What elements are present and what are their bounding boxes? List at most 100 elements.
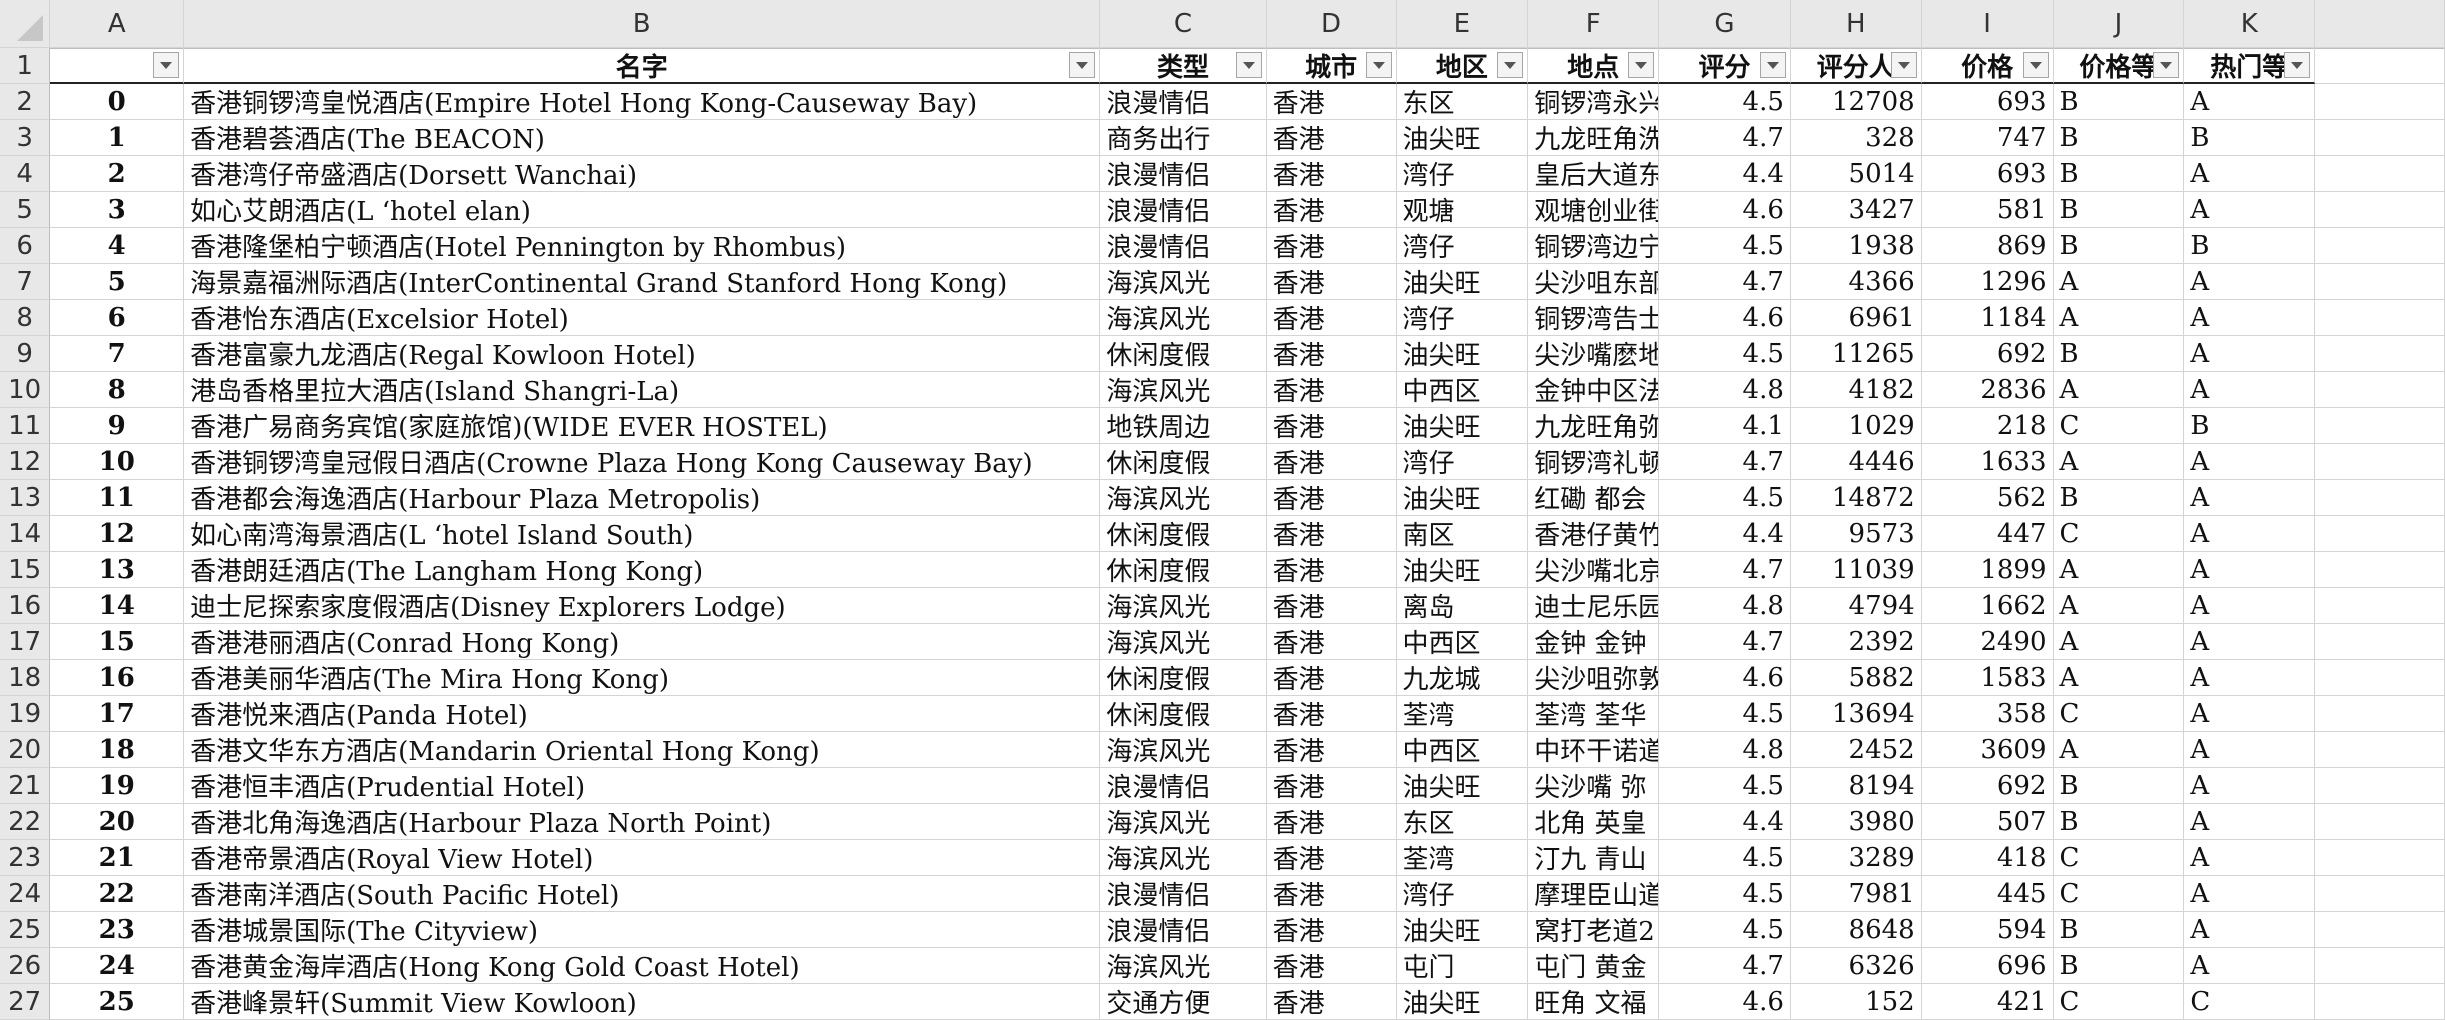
- cell-rating[interactable]: 4.5: [1659, 768, 1791, 804]
- cell-city[interactable]: 香港: [1266, 948, 1397, 984]
- column-header-empty[interactable]: [2315, 0, 2445, 48]
- cell-district[interactable]: 东区: [1396, 84, 1529, 120]
- cell-name[interactable]: 香港朗廷酒店(The Langham Hong Kong): [184, 552, 1101, 588]
- cell-name[interactable]: 如心南湾海景酒店(L ‘hotel Island South): [184, 516, 1101, 552]
- row-number[interactable]: 22: [0, 804, 51, 840]
- cell-price-level[interactable]: C: [2053, 696, 2185, 732]
- cell-index[interactable]: 11: [50, 480, 185, 516]
- empty-cell[interactable]: [2315, 768, 2445, 804]
- cell-price-level[interactable]: A: [2053, 372, 2185, 408]
- cell-type[interactable]: 浪漫情侣: [1100, 192, 1267, 228]
- cell-type[interactable]: 海滨风光: [1100, 948, 1267, 984]
- empty-cell[interactable]: [2315, 696, 2445, 732]
- cell-type[interactable]: 休闲度假: [1100, 516, 1267, 552]
- cell-popularity[interactable]: A: [2184, 84, 2316, 120]
- row-number[interactable]: 19: [0, 696, 51, 732]
- cell-popularity[interactable]: A: [2184, 264, 2316, 300]
- cell-price-level[interactable]: B: [2053, 480, 2185, 516]
- row-number[interactable]: 7: [0, 264, 51, 300]
- cell-location[interactable]: 尖沙嘴麽地: [1528, 336, 1660, 372]
- cell-price[interactable]: 218: [1921, 408, 2054, 444]
- cell-district[interactable]: 湾仔: [1396, 300, 1529, 336]
- cell-rating[interactable]: 4.4: [1659, 804, 1791, 840]
- filter-dropdown-icon[interactable]: [1759, 52, 1786, 78]
- cell-price-level[interactable]: B: [2053, 228, 2185, 264]
- cell-city[interactable]: 香港: [1266, 120, 1397, 156]
- cell-location[interactable]: 尖沙嘴 弥: [1528, 768, 1660, 804]
- row-number[interactable]: 20: [0, 732, 51, 768]
- row-number[interactable]: 5: [0, 192, 51, 228]
- cell-popularity[interactable]: A: [2184, 840, 2316, 876]
- empty-cell[interactable]: [2315, 948, 2445, 984]
- cell-city[interactable]: 香港: [1266, 552, 1397, 588]
- cell-price-level[interactable]: B: [2053, 768, 2185, 804]
- cell-popularity[interactable]: A: [2184, 768, 2316, 804]
- cell-reviewers[interactable]: 8648: [1790, 912, 1922, 948]
- cell-type[interactable]: 休闲度假: [1100, 552, 1267, 588]
- row-number[interactable]: 8: [0, 300, 51, 336]
- cell-district[interactable]: 屯门: [1396, 948, 1529, 984]
- cell-reviewers[interactable]: 6961: [1790, 300, 1922, 336]
- column-header-D[interactable]: D: [1266, 0, 1397, 48]
- cell-location[interactable]: 旺角 文福: [1528, 984, 1660, 1020]
- empty-cell[interactable]: [2315, 552, 2445, 588]
- cell-name[interactable]: 香港峰景轩(Summit View Kowloon): [184, 984, 1101, 1020]
- cell-price-level[interactable]: A: [2053, 444, 2185, 480]
- cell-district[interactable]: 离岛: [1396, 588, 1529, 624]
- row-number[interactable]: 21: [0, 768, 51, 804]
- cell-city[interactable]: 香港: [1266, 804, 1397, 840]
- cell-district[interactable]: 湾仔: [1396, 876, 1529, 912]
- cell-rating[interactable]: 4.5: [1659, 876, 1791, 912]
- empty-cell[interactable]: [2315, 84, 2445, 120]
- cell-price[interactable]: 447: [1921, 516, 2054, 552]
- cell-district[interactable]: 油尖旺: [1396, 480, 1529, 516]
- cell-reviewers[interactable]: 4366: [1790, 264, 1922, 300]
- row-number[interactable]: 2: [0, 84, 51, 120]
- cell-rating[interactable]: 4.1: [1659, 408, 1791, 444]
- cell-type[interactable]: 海滨风光: [1100, 264, 1267, 300]
- select-all-corner[interactable]: [0, 0, 51, 48]
- cell-rating[interactable]: 4.5: [1659, 480, 1791, 516]
- cell-district[interactable]: 湾仔: [1396, 444, 1529, 480]
- row-number[interactable]: 25: [0, 912, 51, 948]
- empty-cell[interactable]: [2315, 408, 2445, 444]
- cell-popularity[interactable]: A: [2184, 372, 2316, 408]
- cell-name[interactable]: 香港城景国际(The Cityview): [184, 912, 1101, 948]
- cell-reviewers[interactable]: 3427: [1790, 192, 1922, 228]
- cell-rating[interactable]: 4.8: [1659, 372, 1791, 408]
- cell-index[interactable]: 3: [50, 192, 185, 228]
- cell-type[interactable]: 海滨风光: [1100, 840, 1267, 876]
- cell-city[interactable]: 香港: [1266, 192, 1397, 228]
- cell-price[interactable]: 2490: [1921, 624, 2054, 660]
- cell-price[interactable]: 594: [1921, 912, 2054, 948]
- cell-popularity[interactable]: C: [2184, 984, 2316, 1020]
- cell-price-level[interactable]: C: [2053, 984, 2185, 1020]
- cell-type[interactable]: 商务出行: [1100, 120, 1267, 156]
- cell-name[interactable]: 香港铜锣湾皇冠假日酒店(Crowne Plaza Hong Kong Cause…: [184, 444, 1101, 480]
- cell-district[interactable]: 油尖旺: [1396, 120, 1529, 156]
- cell-name[interactable]: 香港恒丰酒店(Prudential Hotel): [184, 768, 1101, 804]
- cell-popularity[interactable]: A: [2184, 588, 2316, 624]
- cell-index[interactable]: 0: [50, 84, 185, 120]
- cell-name[interactable]: 香港港丽酒店(Conrad Hong Kong): [184, 624, 1101, 660]
- cell-location[interactable]: 摩理臣山道: [1528, 876, 1660, 912]
- cell-district[interactable]: 观塘: [1396, 192, 1529, 228]
- empty-cell[interactable]: [2315, 228, 2445, 264]
- cell-type[interactable]: 海滨风光: [1100, 804, 1267, 840]
- cell-index[interactable]: 22: [50, 876, 185, 912]
- cell-location[interactable]: 皇后大道东: [1528, 156, 1660, 192]
- row-number[interactable]: 24: [0, 876, 51, 912]
- cell-price-level[interactable]: B: [2053, 192, 2185, 228]
- cell-reviewers[interactable]: 13694: [1790, 696, 1922, 732]
- cell-city[interactable]: 香港: [1266, 912, 1397, 948]
- cell-price[interactable]: 1899: [1921, 552, 2054, 588]
- cell-name[interactable]: 香港北角海逸酒店(Harbour Plaza North Point): [184, 804, 1101, 840]
- cell-location[interactable]: 迪士尼乐园: [1528, 588, 1660, 624]
- cell-district[interactable]: 荃湾: [1396, 696, 1529, 732]
- empty-cell[interactable]: [2315, 264, 2445, 300]
- cell-price-level[interactable]: B: [2053, 156, 2185, 192]
- cell-price-level[interactable]: B: [2053, 948, 2185, 984]
- filter-dropdown-icon[interactable]: [1365, 52, 1392, 78]
- cell-rating[interactable]: 4.6: [1659, 192, 1791, 228]
- cell-name[interactable]: 海景嘉福洲际酒店(InterContinental Grand Stanford…: [184, 264, 1101, 300]
